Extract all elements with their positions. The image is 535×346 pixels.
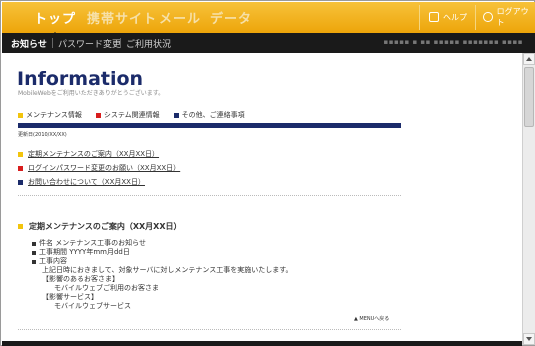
legend-label: メンテナンス情報 [26, 111, 82, 119]
legend-label: システム関連情報 [103, 111, 160, 119]
legend-item-other: その他、ご連絡事項 [173, 110, 245, 120]
user-info: ▪▪▪▪▪ ▪ ▪▪ ▪▪▪▪▪ ▪▪▪▪▪▪▪ ▪▪▪▪ [383, 38, 523, 46]
dotted-divider [18, 195, 401, 196]
tab-mobile-site[interactable]: 携帯サイト [87, 8, 157, 27]
news-link[interactable]: お問い合わせについて（XX月XX日） [28, 177, 145, 187]
yellow-square-icon [18, 151, 23, 157]
news-list: 定期メンテナンスのご案内（XX月XX日） ログインパスワード変更のお願い（XX月… [18, 147, 180, 189]
detail-affected-customers-label: 【影響のあるお客さま】 [42, 275, 119, 283]
detail-period: 工事期間 YYYY年mm月dd日 [32, 248, 293, 257]
arrow-down-icon [526, 337, 532, 341]
updated-date: 更新日(2010/XX/XX) [18, 132, 67, 138]
help-icon [429, 12, 439, 22]
help-button[interactable]: ヘルプ [429, 8, 467, 26]
tab-mail[interactable]: メール [159, 8, 201, 27]
top-nav: トップ 携帯サイト メール データ ヘルプ ログアウト [2, 2, 535, 36]
detail-content-label: 工事内容 [32, 257, 293, 266]
detail-subject: 件名 メンテナンス工事のお知らせ [32, 239, 293, 248]
navy-square-icon [18, 179, 23, 185]
tab-top[interactable]: トップ [34, 8, 76, 36]
category-legend: メンテナンス情報 システム関連情報 その他、ご連絡事項 [18, 110, 245, 120]
logout-button[interactable]: ログアウト [483, 7, 535, 27]
tab-data[interactable]: データ [210, 8, 252, 27]
arrow-up-icon [526, 57, 532, 61]
section-title-text: 定期メンテナンスのご案内（XX月XX日） [29, 222, 182, 231]
detail-affected-services-label: 【影響サービス】 [42, 293, 98, 301]
back-to-menu-link[interactable]: ▲ MENUへ戻る [354, 315, 389, 322]
header-divider [475, 5, 476, 30]
scrollbar-thumb[interactable] [524, 67, 534, 127]
red-square-icon [95, 112, 101, 118]
yellow-square-icon [18, 112, 23, 118]
detail-content-body: 上記日時におきまして、対象サーバに対しメンテナンス工事を実施いたします。 [42, 266, 293, 274]
legend-item-maintenance: メンテナンス情報 [18, 110, 82, 120]
navy-square-icon [173, 112, 179, 118]
detail-affected-services: モバイルウェブサービス [54, 302, 131, 310]
detail-affected-customers: モバイルウェブご利用のお客さま [54, 284, 159, 292]
main-content: Information MobileWebをご利用いただきありがとうございます。… [2, 53, 522, 341]
section-title: 定期メンテナンスのご案内（XX月XX日） [18, 221, 182, 232]
vertical-scrollbar[interactable] [522, 53, 535, 345]
news-item-maintenance[interactable]: 定期メンテナンスのご案内（XX月XX日） [18, 147, 180, 161]
news-link[interactable]: 定期メンテナンスのご案内（XX月XX日） [28, 149, 159, 159]
subnav-item-password[interactable]: パスワード変更 [58, 37, 121, 50]
help-label: ヘルプ [443, 12, 467, 22]
section-divider-bar [18, 123, 401, 128]
subnav-item-usage[interactable]: ご利用状況 [126, 37, 171, 50]
bullet-icon [32, 259, 36, 264]
sub-nav: お知らせ パスワード変更 ご利用状況 ▪▪▪▪▪ ▪ ▪▪ ▪▪▪▪▪ ▪▪▪▪… [2, 33, 535, 53]
news-item-password[interactable]: ログインパスワード変更のお願い（XX月XX日） [18, 161, 180, 175]
bullet-icon [32, 241, 36, 246]
power-icon [483, 12, 493, 22]
subnav-divider [52, 38, 53, 48]
legend-label: その他、ご連絡事項 [181, 111, 245, 119]
news-link[interactable]: ログインパスワード変更のお願い（XX月XX日） [28, 163, 180, 173]
page-title: Information [17, 68, 144, 90]
subnav-item-notices[interactable]: お知らせ [11, 37, 47, 50]
subnav-divider [120, 38, 121, 48]
red-square-icon [18, 165, 23, 171]
scroll-down-button[interactable] [523, 333, 535, 345]
page-subtitle: MobileWebをご利用いただきありがとうございます。 [18, 90, 165, 97]
bullet-icon [32, 250, 36, 255]
maintenance-details: 件名 メンテナンス工事のお知らせ 工事期間 YYYY年mm月dd日 工事内容 上… [32, 239, 293, 311]
footer-bar [2, 341, 522, 346]
logout-label: ログアウト [496, 7, 529, 27]
app-window: トップ 携帯サイト メール データ ヘルプ ログアウト お知らせ パスワード変更… [0, 0, 535, 346]
yellow-square-icon [18, 224, 23, 229]
scroll-up-button[interactable] [523, 53, 535, 65]
news-item-inquiry[interactable]: お問い合わせについて（XX月XX日） [18, 175, 180, 189]
dotted-divider [18, 329, 401, 330]
header-divider [419, 5, 420, 30]
legend-item-system: システム関連情報 [95, 110, 160, 120]
